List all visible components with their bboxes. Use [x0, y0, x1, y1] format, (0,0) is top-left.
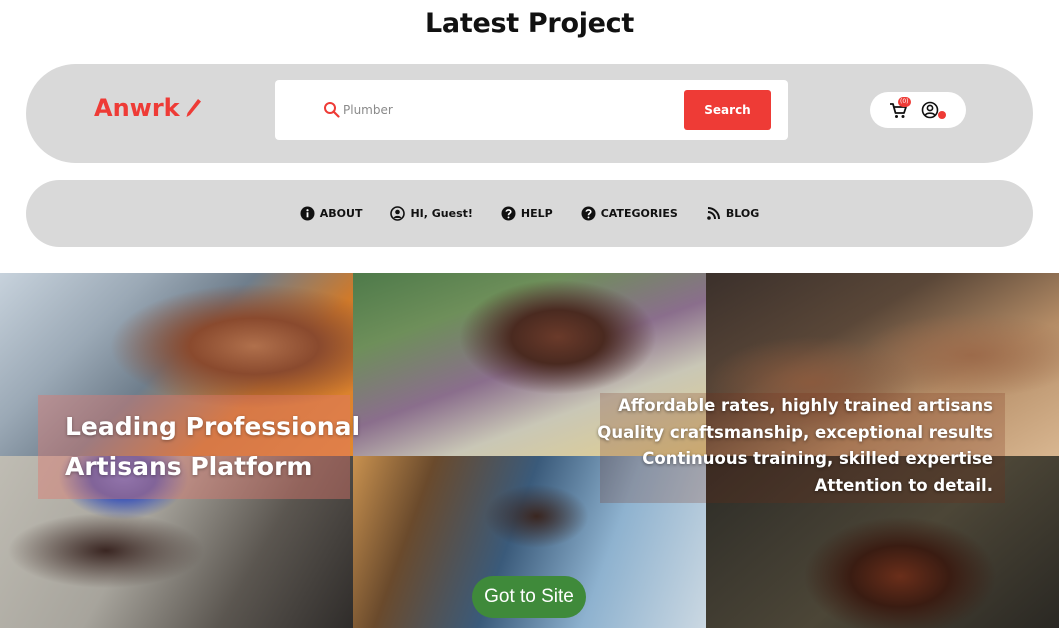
cart-badge: (0): [898, 97, 911, 107]
nav-item-blog[interactable]: BLOG: [706, 206, 759, 221]
logo-text: Anwrk: [94, 94, 180, 122]
pencil-icon: [186, 99, 201, 117]
user-actions: (0): [870, 92, 966, 128]
main-nav: ABOUT HI, Guest! HELP CATEGORIES BLOG: [26, 180, 1033, 247]
rss-icon: [707, 207, 720, 220]
nav-item-help[interactable]: HELP: [501, 206, 553, 221]
hero-title: Leading Professional Artisans Platform: [65, 407, 360, 487]
hero-title-line: Leading Professional: [65, 412, 361, 441]
search-box: Search: [275, 80, 788, 140]
nav-item-label: ABOUT: [319, 207, 363, 220]
nav-item-label: BLOG: [725, 207, 760, 220]
search-input[interactable]: [343, 98, 663, 122]
user-icon: [390, 206, 406, 221]
logo[interactable]: Anwrk: [94, 94, 202, 122]
go-to-site-button[interactable]: Got to Site: [472, 576, 586, 618]
notification-dot: [938, 111, 946, 119]
hero-point: Quality craftsmanship, exceptional resul…: [597, 422, 993, 442]
hero-banner: Leading Professional Artisans Platform A…: [0, 273, 1059, 628]
hero-point: Attention to detail.: [814, 475, 993, 495]
nav-item-about[interactable]: ABOUT: [300, 206, 363, 221]
page-title: Latest Project: [425, 8, 634, 39]
search-icon: [324, 102, 340, 118]
nav-item-guest[interactable]: HI, Guest!: [390, 206, 473, 221]
nav-item-label: CATEGORIES: [600, 207, 678, 220]
nav-item-label: HI, Guest!: [410, 207, 473, 220]
hero-point: Continuous training, skilled expertise: [642, 449, 993, 468]
hero-points: Affordable rates, highly trained artisan…: [597, 393, 993, 499]
search-button[interactable]: Search: [684, 90, 771, 130]
hero-point: Affordable rates, highly trained artisan…: [618, 396, 993, 415]
help-icon: [501, 206, 516, 221]
header-bar: Anwrk Search (0): [26, 64, 1033, 163]
nav-item-label: HELP: [520, 207, 553, 220]
account-icon[interactable]: [921, 101, 939, 119]
hero-title-line: Artisans Platform: [65, 452, 313, 481]
page: Latest Project Anwrk Search (0): [0, 0, 1059, 628]
nav-item-categories[interactable]: CATEGORIES: [581, 206, 678, 221]
info-icon: [300, 206, 315, 221]
question-icon: [581, 206, 596, 221]
